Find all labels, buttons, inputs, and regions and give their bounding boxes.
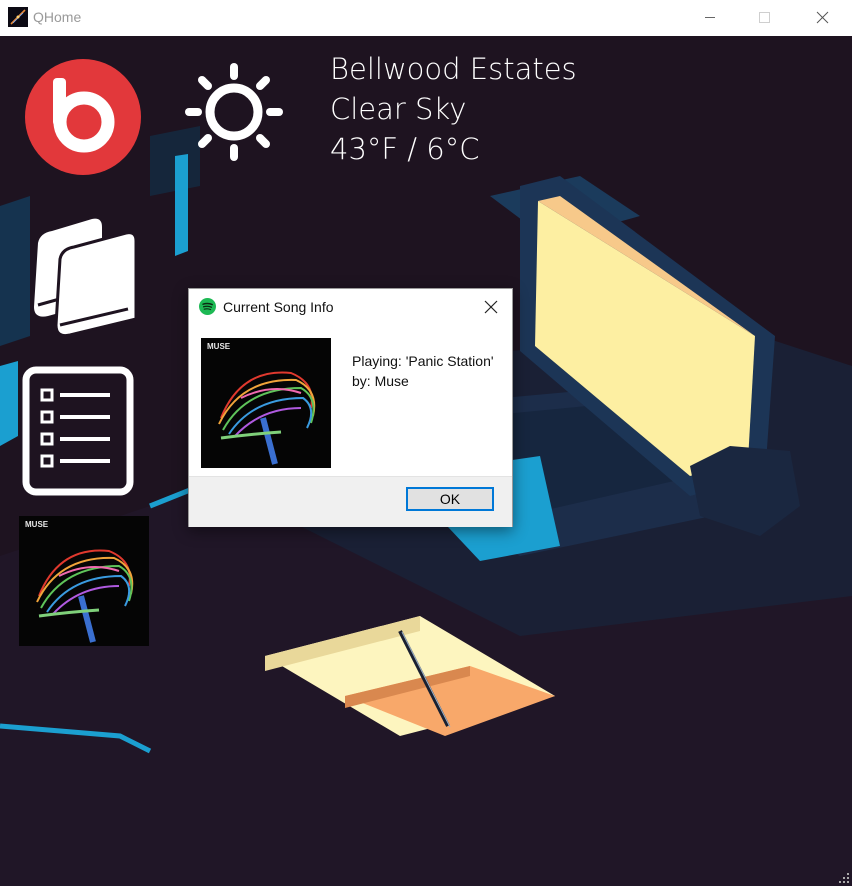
weather-location: Bellwood Estates <box>330 52 577 86</box>
spotify-icon <box>199 298 216 315</box>
album-art-icon: MUSE <box>201 338 331 468</box>
library-tile[interactable] <box>30 213 140 338</box>
close-icon <box>816 11 829 24</box>
dialog-close-button[interactable] <box>478 295 504 319</box>
checklist-icon <box>22 366 134 496</box>
weather-temperature: 43°F / 6°C <box>330 132 480 166</box>
books-icon <box>34 218 138 337</box>
dialog-album-art: MUSE <box>201 338 331 468</box>
song-info-dialog: Current Song Info MUSE Playing: 'Panic S… <box>188 288 513 527</box>
song-playing-text: Playing: 'Panic Station' <box>352 353 494 369</box>
resize-grip[interactable] <box>838 872 850 884</box>
song-artist-text: by: Muse <box>352 373 409 389</box>
weather-tile[interactable] <box>183 63 285 161</box>
maximize-icon <box>759 12 770 23</box>
ok-button[interactable]: OK <box>406 487 494 511</box>
window-titlebar[interactable]: QHome <box>0 0 852 36</box>
dialog-title: Current Song Info <box>223 299 334 315</box>
beats-logo-icon <box>25 59 141 175</box>
tasks-tile[interactable] <box>22 366 134 496</box>
minimize-button[interactable] <box>688 0 732 36</box>
window-title: QHome <box>33 9 82 25</box>
sun-icon <box>185 63 283 161</box>
qhome-app-icon <box>8 7 28 27</box>
now-playing-tile[interactable]: MUSE <box>19 516 149 646</box>
close-button[interactable] <box>800 0 844 36</box>
weather-info: Bellwood Estates Clear Sky 43°F / 6°C <box>330 49 577 169</box>
dialog-footer: OK <box>189 476 512 527</box>
dialog-titlebar[interactable]: Current Song Info <box>189 289 512 325</box>
dialog-message: Playing: 'Panic Station' by: Muse <box>352 351 494 391</box>
maximize-button[interactable] <box>742 0 786 36</box>
album-wordmark: MUSE <box>207 342 231 351</box>
weather-condition: Clear Sky <box>330 92 467 126</box>
beats-music-tile[interactable] <box>24 58 142 176</box>
minimize-icon <box>705 17 715 18</box>
close-icon <box>484 300 498 314</box>
album-art-icon: MUSE <box>19 516 149 646</box>
album-wordmark: MUSE <box>25 520 49 529</box>
